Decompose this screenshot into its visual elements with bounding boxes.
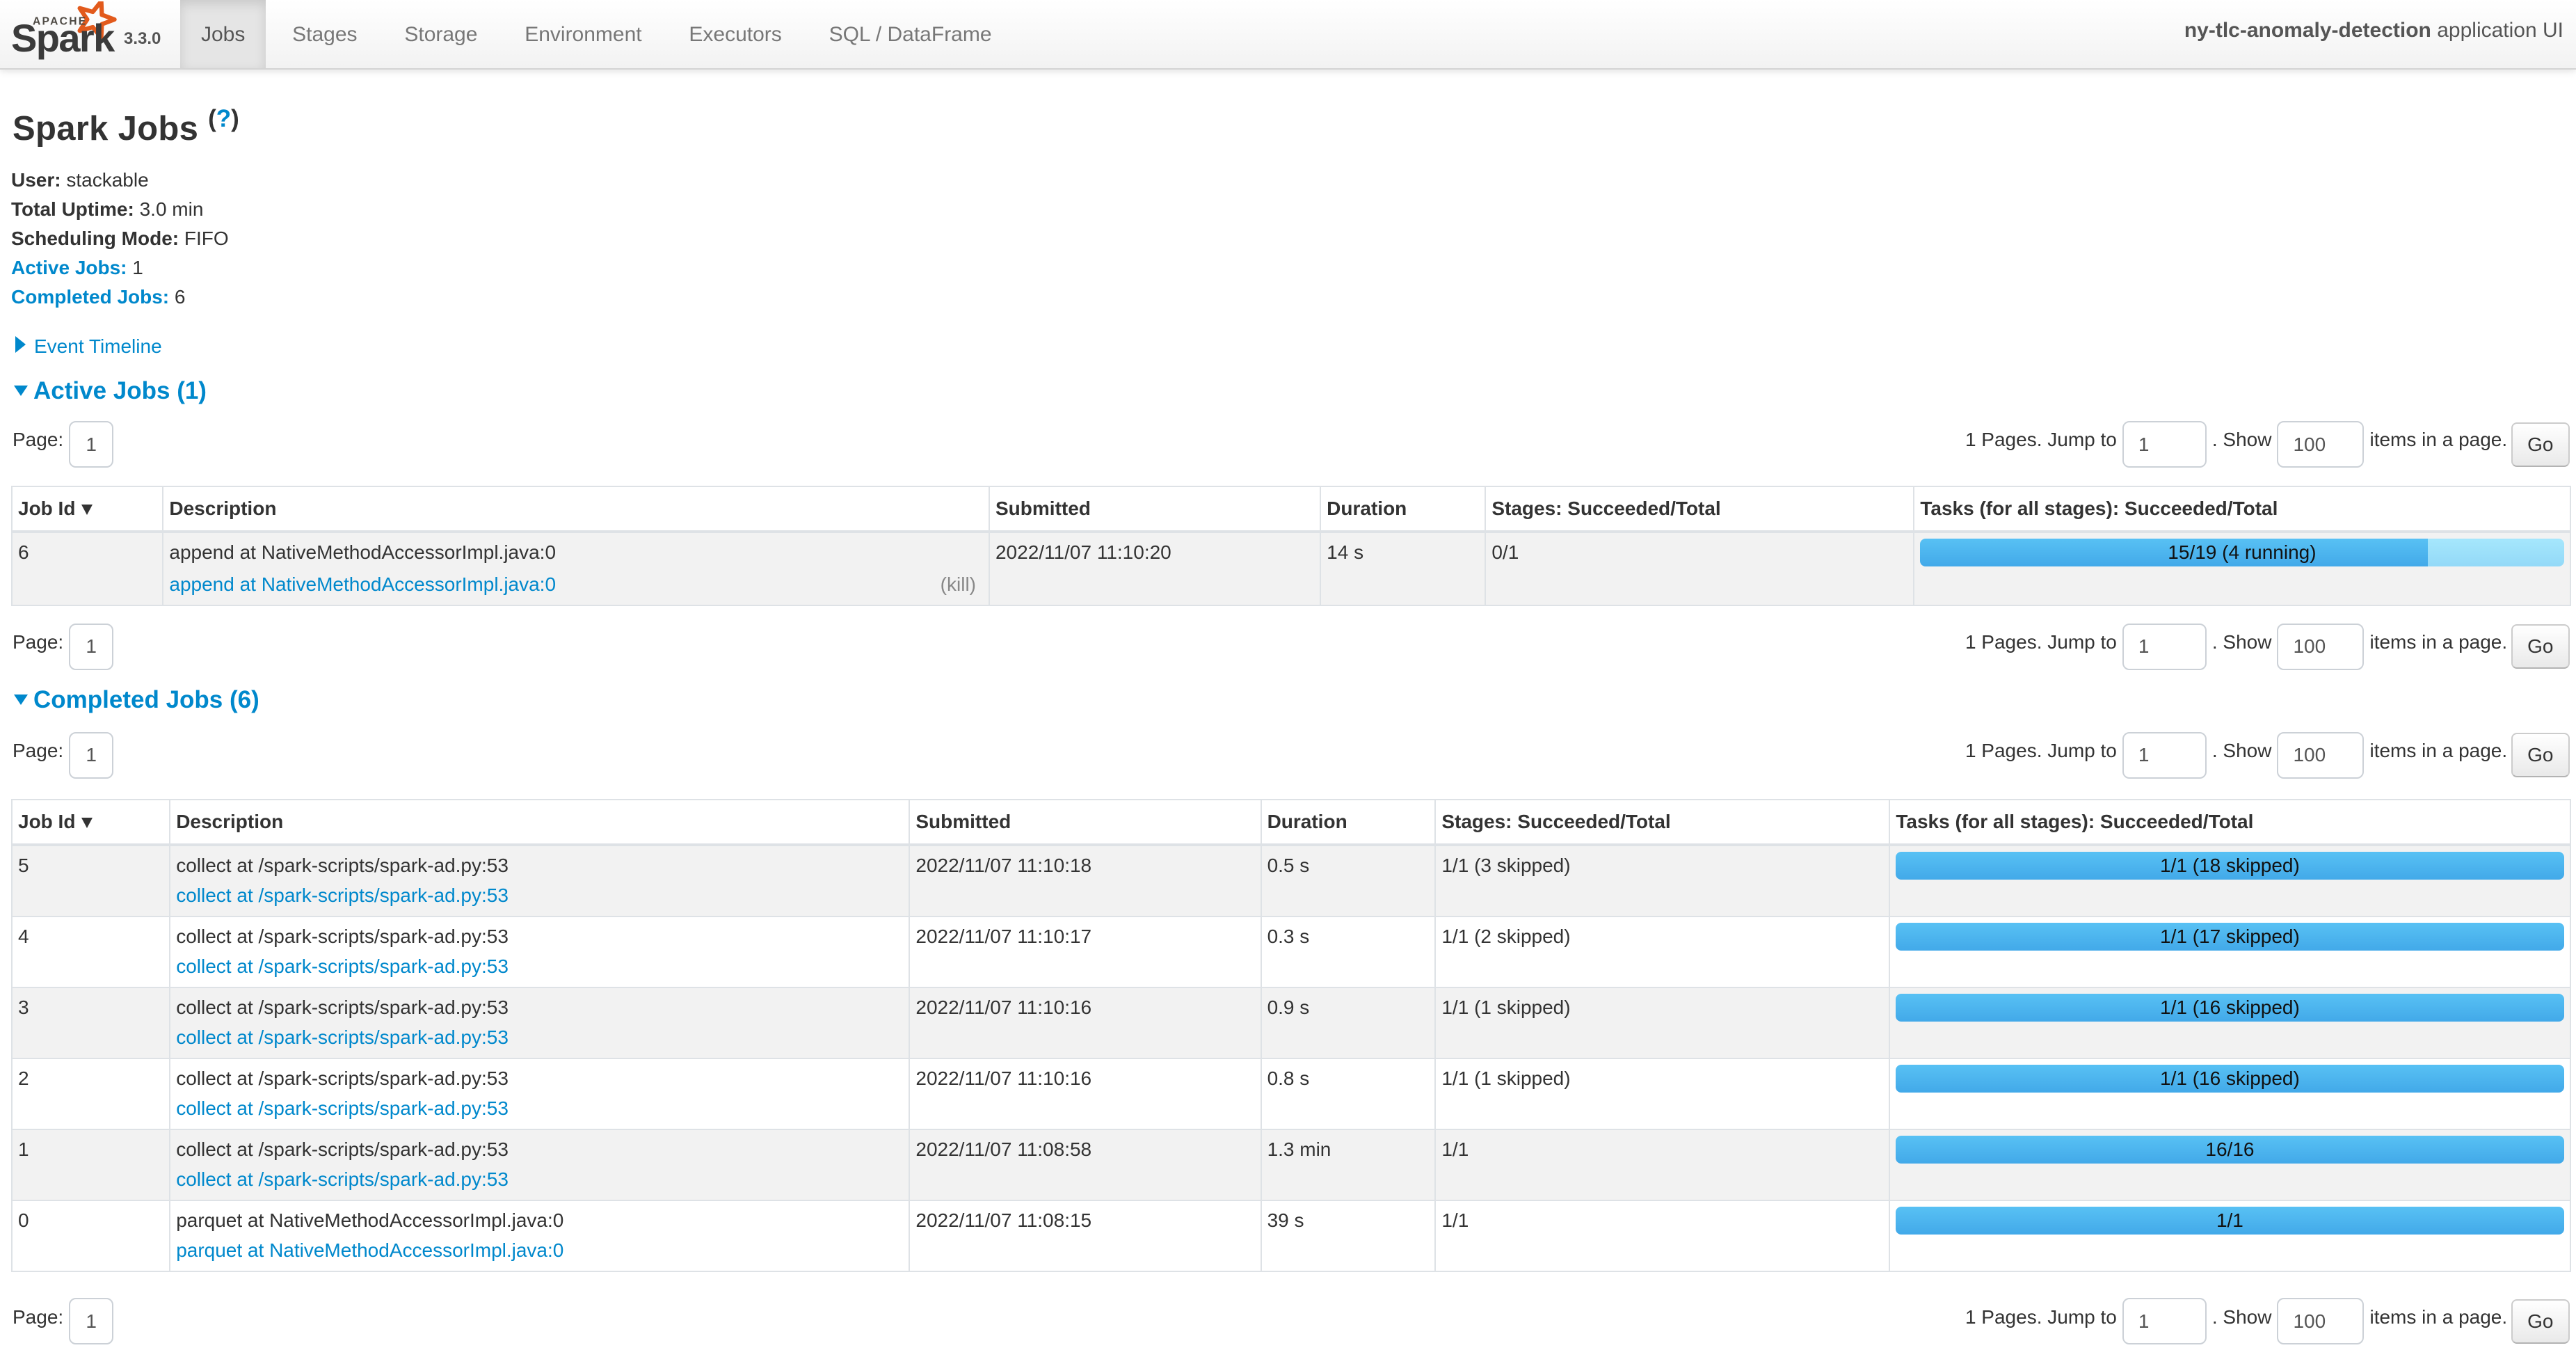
svg-text:Spark: Spark <box>11 16 115 60</box>
